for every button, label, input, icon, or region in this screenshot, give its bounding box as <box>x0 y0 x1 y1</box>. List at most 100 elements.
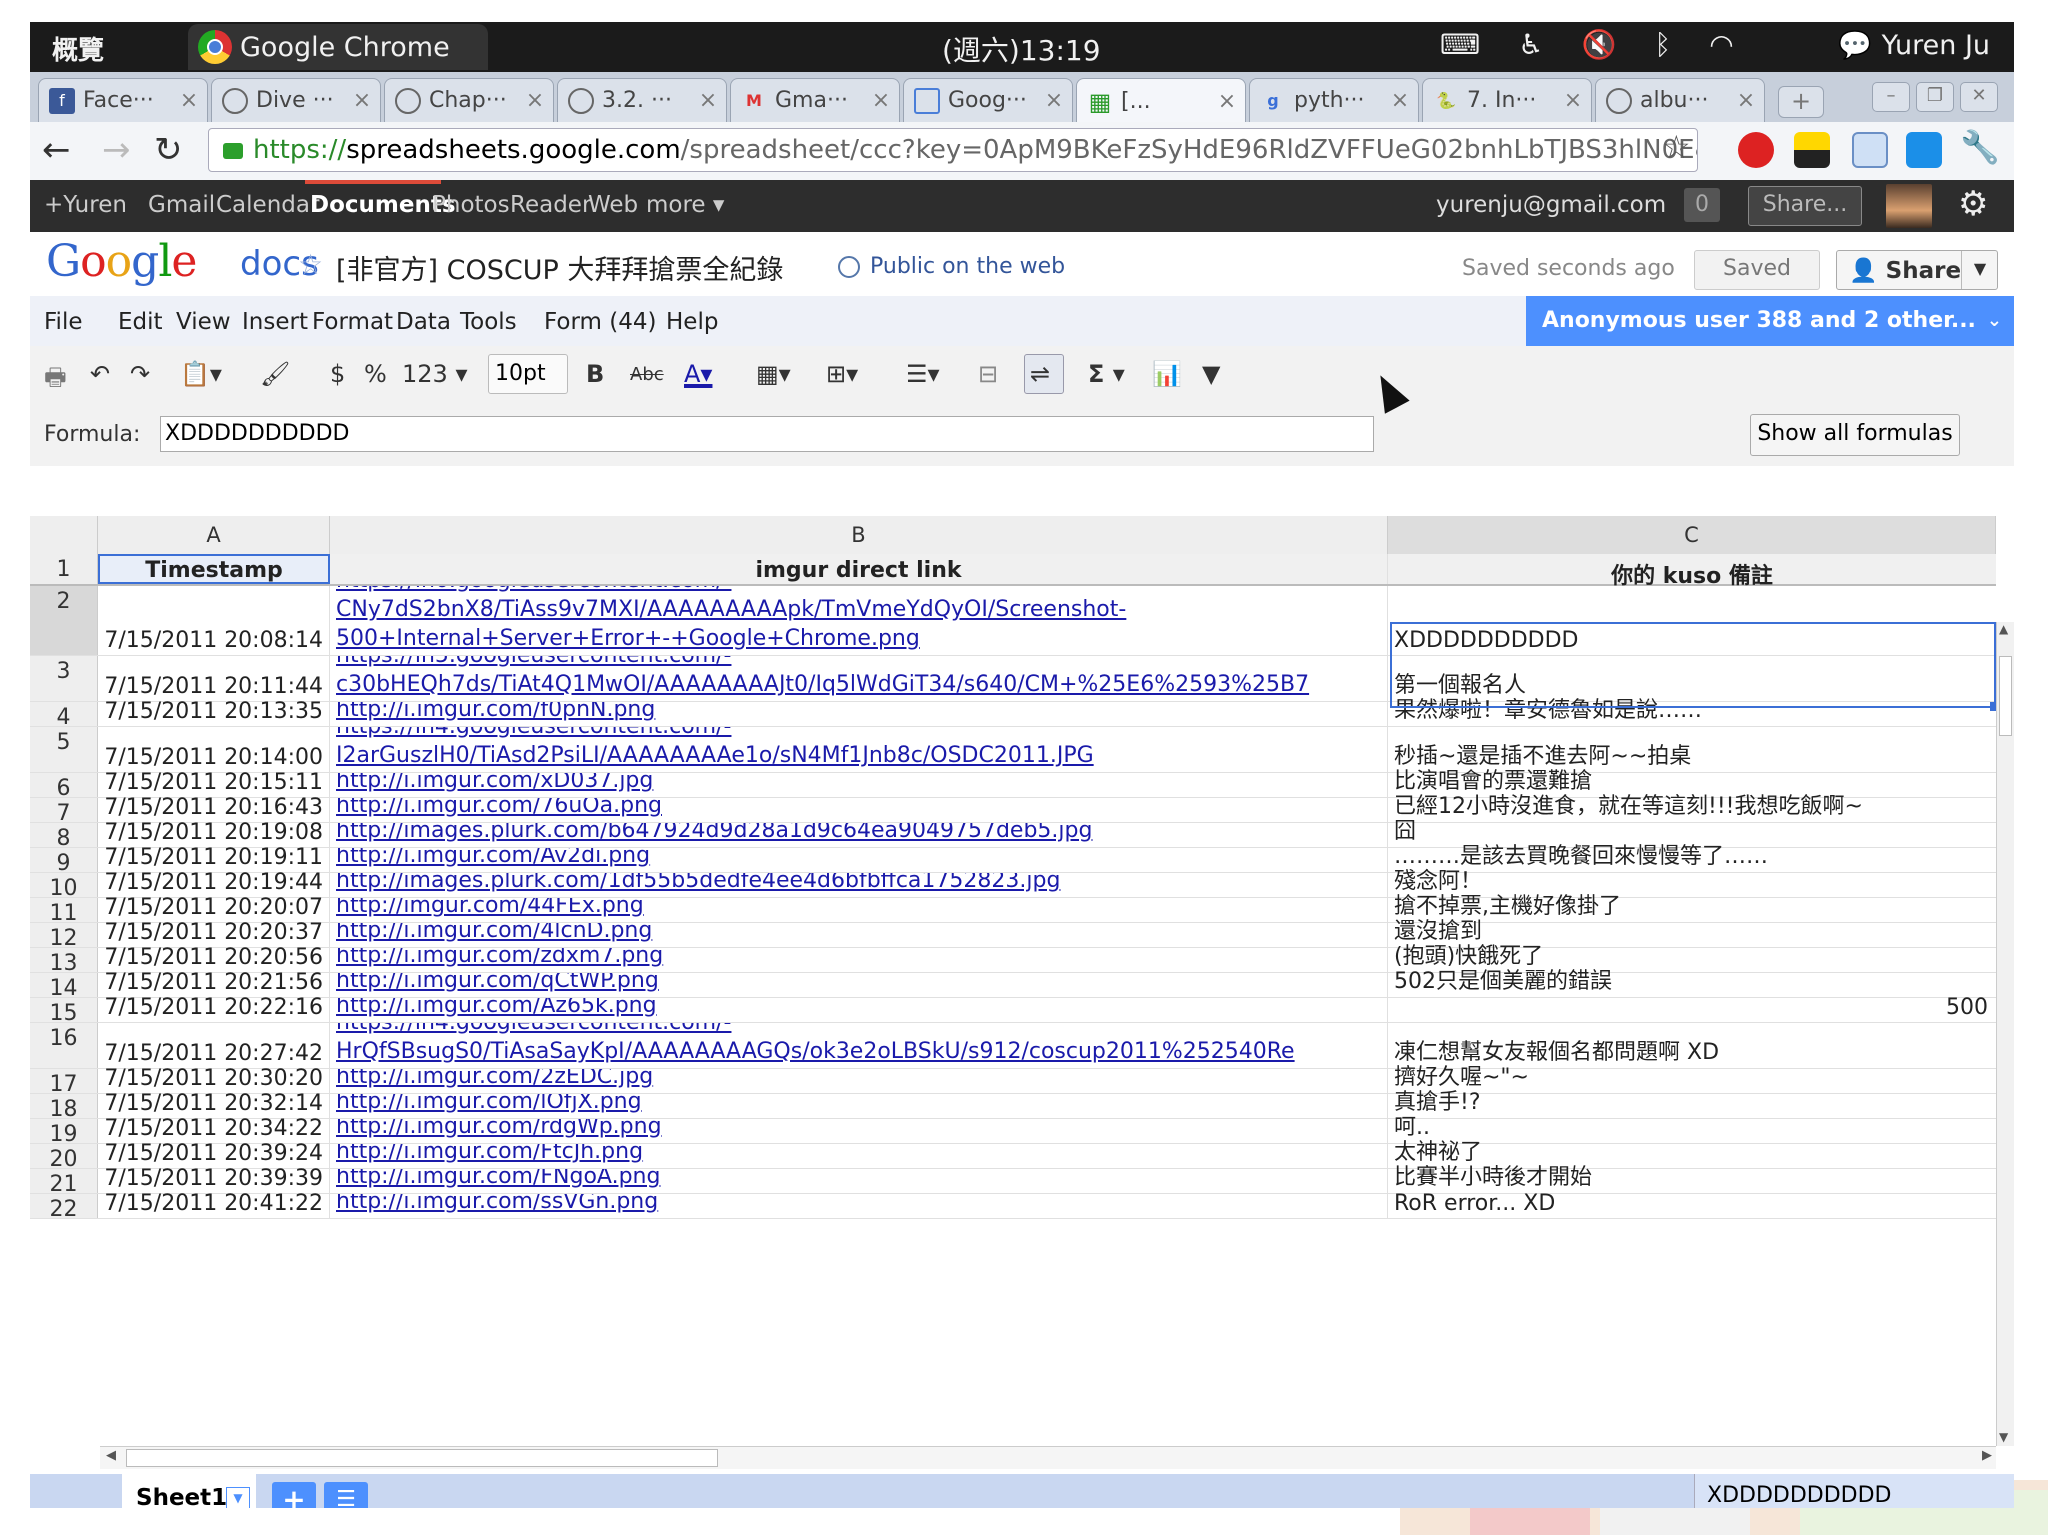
menu-item-3[interactable]: View <box>176 309 231 335</box>
row-number[interactable]: 15 <box>30 998 98 1026</box>
cell-timestamp[interactable]: 7/15/2011 20:39:24 <box>98 1141 330 1168</box>
currency-button[interactable]: $ <box>330 360 345 388</box>
extension-icon[interactable] <box>1794 132 1830 168</box>
row-number[interactable]: 14 <box>30 973 98 1001</box>
reload-button[interactable]: ↻ <box>154 130 183 170</box>
avatar[interactable] <box>1886 184 1932 228</box>
horizontal-scroll-thumb[interactable] <box>126 1449 718 1467</box>
cell-timestamp[interactable]: 7/15/2011 20:19:11 <box>98 845 330 872</box>
row-number[interactable]: 21 <box>30 1169 98 1197</box>
row-number[interactable]: 8 <box>30 823 98 851</box>
image-link[interactable]: http://i.imgur.com/xD037.jpg <box>336 773 653 795</box>
add-sheet-button[interactable]: + <box>272 1482 316 1508</box>
menu-item-6[interactable]: Data <box>396 309 451 335</box>
cell-note[interactable]: 已經12小時沒進食，就在等這刻!!!我想吃飯啊~ <box>1388 794 1996 822</box>
image-link[interactable]: http://i.imgur.com/zdxm7.png <box>336 948 663 970</box>
tab-9[interactable]: 🐍 7. In··· × <box>1422 78 1592 122</box>
cell-note[interactable]: 比賽半小時後才開始 <box>1388 1165 1996 1193</box>
cell-link[interactable]: https://lh5.googleusercontent.com/- c30b… <box>330 656 1388 701</box>
row-number[interactable]: 19 <box>30 1119 98 1147</box>
cell-timestamp[interactable]: 7/15/2011 20:11:44 <box>98 656 330 701</box>
cell-timestamp[interactable]: 7/15/2011 20:19:44 <box>98 870 330 897</box>
cell-note[interactable]: 500 <box>1388 995 1996 1022</box>
tab-close-icon[interactable]: × <box>1042 88 1066 113</box>
gbar-share-button[interactable]: Share... <box>1748 186 1862 226</box>
paint-format-icon[interactable]: 🖌 <box>260 360 290 388</box>
tab-7[interactable]: ▦ [... × <box>1076 78 1246 124</box>
collaborators-indicator[interactable]: Anonymous user 388 and 2 other... ⌄ <box>1526 296 2014 346</box>
cell-timestamp[interactable]: 7/15/2011 20:39:39 <box>98 1166 330 1193</box>
image-link[interactable]: http://i.imgur.com/f0pnN.png <box>336 702 655 724</box>
cell-timestamp[interactable]: 7/15/2011 20:20:37 <box>98 920 330 947</box>
row-number[interactable]: 11 <box>30 898 98 926</box>
new-tab-button[interactable]: + <box>1778 86 1824 118</box>
image-link[interactable]: http://imgur.com/44FEx.png <box>336 898 644 920</box>
cell-timestamp[interactable]: 7/15/2011 20:27:42 <box>98 1023 330 1068</box>
cell-timestamp[interactable]: 7/15/2011 20:41:22 <box>98 1191 330 1218</box>
bookmark-star-icon[interactable]: ☆ <box>1662 128 1691 166</box>
gbar-item-1[interactable]: +Yuren <box>44 192 127 218</box>
cell-timestamp[interactable]: 7/15/2011 20:34:22 <box>98 1116 330 1143</box>
forward-button[interactable]: → <box>102 130 131 170</box>
image-link[interactable]: http://i.imgur.com/4lcnD.png <box>336 923 652 945</box>
tab-close-icon[interactable]: × <box>696 88 720 113</box>
minimize-button[interactable]: – <box>1872 82 1910 112</box>
tab-close-icon[interactable]: × <box>1734 88 1758 113</box>
image-link[interactable]: https://lh4.googleusercontent.com/- I2ar… <box>336 727 1094 770</box>
window-extension-icon[interactable] <box>1852 132 1888 168</box>
font-size-dropdown[interactable]: 10pt ▾ <box>488 354 568 424</box>
public-status[interactable]: Public on the web <box>838 254 1065 279</box>
saved-button[interactable]: Saved <box>1694 250 1820 290</box>
image-link[interactable]: http://i.imgur.com/ssVGn.png <box>336 1194 658 1216</box>
image-link[interactable]: http://i.imgur.com/lOfjX.png <box>336 1094 642 1116</box>
app-menu[interactable]: Google Chrome <box>188 24 488 70</box>
gbar-item-5[interactable]: Photos <box>432 192 510 218</box>
chart-icon[interactable]: 📊 <box>1152 360 1182 388</box>
document-title[interactable]: [非官方] COSCUP 大拜拜搶票全紀錄 <box>336 248 783 287</box>
cell-link[interactable]: http://i.imgur.com/2zEDC.jpg <box>330 1069 1388 1093</box>
scroll-left-icon[interactable]: ◀ <box>106 1448 116 1463</box>
cell-link[interactable]: https://lh6.googleusercontent.com/- CNy7… <box>330 586 1388 655</box>
row-number[interactable]: 2 <box>30 586 98 655</box>
tab-close-icon[interactable]: × <box>1388 88 1412 113</box>
cell-timestamp[interactable]: Timestamp <box>98 554 330 584</box>
image-link[interactable]: http://i.imgur.com/76uOa.png <box>336 798 662 820</box>
row-number[interactable]: 7 <box>30 798 98 826</box>
image-link[interactable]: http://i.imgur.com/FtcJh.png <box>336 1144 643 1166</box>
cell-link[interactable]: http://i.imgur.com/xD037.jpg <box>330 773 1388 797</box>
align-icon[interactable]: ☰▾ <box>906 360 940 388</box>
paste-format-icon[interactable]: 📋▾ <box>180 360 222 388</box>
user-menu[interactable]: 💬 Yuren Ju <box>1838 29 1990 62</box>
tab-3[interactable]: Chap··· × <box>384 78 554 122</box>
star-icon[interactable]: ☆ <box>298 248 323 281</box>
cell-note[interactable]: 你的 kuso 備註 <box>1388 554 1996 589</box>
cell-timestamp[interactable]: 7/15/2011 20:16:43 <box>98 795 330 822</box>
filter-icon[interactable]: ▼ <box>1202 360 1220 388</box>
google-logo[interactable]: Google <box>46 236 197 287</box>
tab-10[interactable]: albu··· × <box>1595 78 1765 122</box>
tab-close-icon[interactable]: × <box>523 88 547 113</box>
row-number[interactable]: 9 <box>30 848 98 876</box>
d-extension-icon[interactable] <box>1906 132 1942 168</box>
vertical-scrollbar[interactable]: ▲ ▼ <box>1996 622 2014 1446</box>
bold-button[interactable]: B <box>586 360 604 388</box>
menu-item-7[interactable]: Tools <box>460 309 517 335</box>
cell-link[interactable]: http://i.imgur.com/zdxm7.png <box>330 948 1388 972</box>
gbar-item-7[interactable]: Web <box>588 192 638 218</box>
tab-close-icon[interactable]: × <box>177 88 201 113</box>
menu-item-4[interactable]: Insert <box>242 309 308 335</box>
cell-timestamp[interactable]: 7/15/2011 20:22:16 <box>98 995 330 1022</box>
image-link[interactable]: http://i.imgur.com/FNgoA.png <box>336 1169 660 1191</box>
redo-icon[interactable]: ↷ <box>130 360 150 388</box>
cell-link[interactable]: http://i.imgur.com/FtcJh.png <box>330 1144 1388 1168</box>
cell-link[interactable]: http://images.plurk.com/b647924d9d28a1d9… <box>330 823 1388 847</box>
keyboard-icon[interactable]: ⌨ <box>1440 28 1480 61</box>
menu-item-2[interactable]: Edit <box>118 309 163 335</box>
cell-link[interactable]: imgur direct link <box>330 554 1388 584</box>
row-number[interactable]: 12 <box>30 923 98 951</box>
row-number[interactable]: 18 <box>30 1094 98 1122</box>
cell-timestamp[interactable]: 7/15/2011 20:14:00 <box>98 727 330 772</box>
cell-link[interactable]: http://imgur.com/44FEx.png <box>330 898 1388 922</box>
formula-input[interactable]: XDDDDDDDDDD <box>160 416 1374 452</box>
overview-button[interactable]: 概覽 <box>52 30 104 67</box>
